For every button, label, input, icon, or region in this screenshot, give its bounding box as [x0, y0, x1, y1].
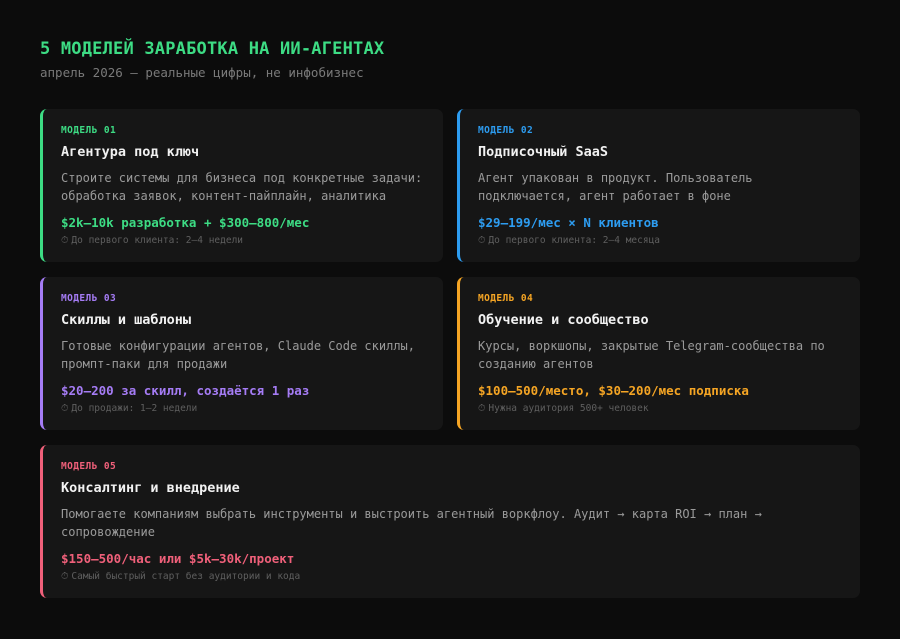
model-title: Скиллы и шаблоны: [61, 312, 192, 328]
model-note-text: До первого клиента: 2–4 недели: [71, 235, 244, 246]
clock-icon: ⏱: [61, 571, 69, 582]
model-label: МОДЕЛЬ 03: [61, 293, 117, 304]
page-title: 5 МОДЕЛЕЙ ЗАРАБОТКА НА ИИ-АГЕНТАХ: [40, 39, 385, 59]
model-note: ⏱ До первого клиента: 2–4 недели: [61, 235, 425, 247]
model-card-02: МОДЕЛЬ 02 Подписочный SaaS Агент упакова…: [457, 109, 860, 262]
model-description: Курсы, воркшопы, закрытые Telegram-сообщ…: [478, 339, 825, 371]
model-note: ⏱ До первого клиента: 2–4 месяца: [478, 235, 842, 247]
model-title: Агентура под ключ: [61, 144, 200, 160]
model-price: $2k–10k разработка + $300–800/мес: [61, 215, 310, 230]
model-label: МОДЕЛЬ 02: [478, 125, 534, 136]
model-title: Обучение и сообщество: [478, 312, 649, 328]
clock-icon: ⏱: [61, 235, 69, 246]
model-note: ⏱ Самый быстрый старт без аудитории и код…: [61, 571, 842, 583]
model-card-01: МОДЕЛЬ 01 Агентура под ключ Строите сист…: [40, 109, 443, 262]
model-description: Строите системы для бизнеса под конкретн…: [61, 171, 423, 203]
model-note-text: Нужна аудитория 500+ человек: [488, 403, 649, 414]
model-price: $29–199/мес × N клиентов: [478, 215, 659, 230]
model-card-03: МОДЕЛЬ 03 Скиллы и шаблоны Готовые конфи…: [40, 277, 443, 430]
model-note-text: До продажи: 1–2 недели: [71, 403, 198, 414]
model-note: ⏱ До продажи: 1–2 недели: [61, 403, 425, 415]
model-price: $20–200 за скилл, создаётся 1 раз: [61, 383, 310, 398]
model-note-text: Самый быстрый старт без аудитории и кода: [71, 571, 301, 582]
model-title: Консалтинг и внедрение: [61, 480, 240, 496]
model-card-05: МОДЕЛЬ 05 Консалтинг и внедрение Помогае…: [40, 445, 860, 598]
model-price: $100–500/место, $30–200/мес подписка: [478, 383, 749, 398]
clock-icon: ⏱: [61, 403, 69, 414]
model-title: Подписочный SaaS: [478, 144, 609, 160]
model-card-04: МОДЕЛЬ 04 Обучение и сообщество Курсы, в…: [457, 277, 860, 430]
model-price: $150–500/час или $5k–30k/проект: [61, 551, 295, 566]
clock-icon: ⏱: [478, 403, 486, 414]
page: 5 МОДЕЛЕЙ ЗАРАБОТКА НА ИИ-АГЕНТАХ апрель…: [40, 38, 860, 598]
model-label: МОДЕЛЬ 01: [61, 125, 117, 136]
page-subtitle: апрель 2026 — реальные цифры, не инфобиз…: [40, 65, 364, 80]
model-description: Помогаете компаниям выбрать инструменты …: [61, 507, 762, 539]
model-label: МОДЕЛЬ 05: [61, 461, 117, 472]
model-note-text: До первого клиента: 2–4 месяца: [488, 235, 661, 246]
clock-icon: ⏱: [478, 235, 486, 246]
model-description: Агент упакован в продукт. Пользователь п…: [478, 171, 753, 203]
model-label: МОДЕЛЬ 04: [478, 293, 534, 304]
model-description: Готовые конфигурации агентов, Claude Cod…: [61, 339, 416, 371]
model-note: ⏱ Нужна аудитория 500+ человек: [478, 403, 842, 415]
